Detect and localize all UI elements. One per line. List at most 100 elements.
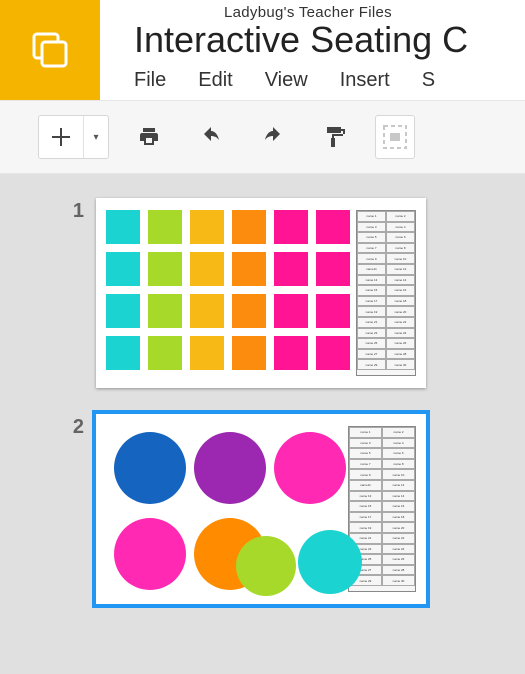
name-cell: name 10 (386, 253, 415, 264)
name-cell: name 16 (382, 501, 415, 512)
name-cell: name 20 (382, 522, 415, 533)
slide-row-1: 1 name 1name 2name 3name 4name 5name 6na… (0, 198, 525, 388)
name-cell: name 2 (386, 211, 415, 222)
name-cell: name 25 (357, 338, 386, 349)
menu-insert[interactable]: Insert (340, 69, 390, 92)
seat-square (316, 210, 350, 244)
name-cell: name 8 (386, 243, 415, 254)
menu-view[interactable]: View (265, 69, 308, 92)
name-cell: name 4 (386, 222, 415, 233)
name-cell: name 24 (382, 544, 415, 555)
seat-square (106, 210, 140, 244)
seat-square (274, 210, 308, 244)
name-cell: name 27 (357, 349, 386, 360)
name-cell: name 24 (386, 328, 415, 339)
name-cell: name 12 (382, 480, 415, 491)
name-cell: name 1 (349, 427, 382, 438)
app-logo[interactable] (0, 0, 100, 100)
new-slide-button[interactable] (39, 115, 83, 159)
name-cell: name11 (357, 264, 386, 275)
zoom-fit-button[interactable] (375, 115, 415, 159)
name-cell: name 17 (357, 296, 386, 307)
seating-circles (106, 426, 342, 592)
new-slide-dropdown[interactable]: ▾ (84, 132, 108, 143)
name-cell: name 10 (382, 469, 415, 480)
seat-square (232, 294, 266, 328)
name-cell: name 30 (382, 575, 415, 586)
name-cell: name 18 (386, 296, 415, 307)
seat-square (232, 210, 266, 244)
name-cell: name 22 (382, 533, 415, 544)
seat-circle (298, 530, 362, 594)
name-cell: name 22 (386, 317, 415, 328)
redo-icon (261, 126, 285, 148)
seat-square (316, 294, 350, 328)
name-cell: name 9 (349, 469, 382, 480)
slide-thumbnail-1[interactable]: name 1name 2name 3name 4name 5name 6name… (96, 198, 426, 388)
seat-circle (114, 518, 186, 590)
seat-square (274, 252, 308, 286)
name-cell: name 30 (386, 359, 415, 370)
seat-square (274, 336, 308, 370)
name-cell: name 13 (357, 275, 386, 286)
seat-square (316, 252, 350, 286)
print-icon (137, 125, 161, 149)
name-cell: name 8 (382, 459, 415, 470)
name-cell: name 14 (382, 491, 415, 502)
slide-panel: 1 name 1name 2name 3name 4name 5name 6na… (0, 174, 525, 674)
seating-grid-squares (106, 210, 350, 376)
name-cell: name 23 (357, 328, 386, 339)
name-cell: name 15 (357, 285, 386, 296)
menubar: File Edit View Insert S (134, 69, 525, 92)
name-cell: name11 (349, 480, 382, 491)
print-button[interactable] (127, 115, 171, 159)
paint-roller-icon (323, 125, 347, 149)
seat-square (232, 252, 266, 286)
name-cell: name 9 (357, 253, 386, 264)
undo-button[interactable] (189, 115, 233, 159)
name-cell: name 19 (357, 306, 386, 317)
name-cell: name 3 (357, 222, 386, 233)
slides-icon (30, 30, 70, 70)
header: Ladybug's Teacher Files Interactive Seat… (0, 0, 525, 100)
slide-thumbnail-2[interactable]: name 1name 2name 3name 4name 5name 6name… (96, 414, 426, 604)
name-cell: name 16 (386, 285, 415, 296)
name-cell: name 19 (349, 522, 382, 533)
redo-button[interactable] (251, 115, 295, 159)
seat-square (190, 252, 224, 286)
zoom-fit-icon (382, 124, 408, 150)
seat-square (190, 294, 224, 328)
seat-circle (194, 432, 266, 504)
slide-row-2: 2 name 1name 2name 3name 4name 5name 6na… (0, 414, 525, 604)
menu-extra[interactable]: S (422, 69, 435, 92)
name-cell: name 15 (349, 501, 382, 512)
title-area: Ladybug's Teacher Files Interactive Seat… (100, 0, 525, 92)
name-cell: name 26 (386, 338, 415, 349)
menu-file[interactable]: File (134, 69, 166, 92)
name-cell: name 13 (349, 491, 382, 502)
toolbar: ▾ (0, 100, 525, 174)
name-cell: name 17 (349, 512, 382, 523)
name-cell: name 7 (349, 459, 382, 470)
seat-square (190, 336, 224, 370)
seat-square (148, 210, 182, 244)
name-cell: name 3 (349, 438, 382, 449)
document-title[interactable]: Interactive Seating C (134, 21, 525, 59)
seat-circle (274, 432, 346, 504)
seat-circle (114, 432, 186, 504)
name-cell: name 4 (382, 438, 415, 449)
menu-edit[interactable]: Edit (198, 69, 232, 92)
undo-icon (199, 126, 223, 148)
seat-square (106, 336, 140, 370)
paint-format-button[interactable] (313, 115, 357, 159)
name-cell: name 2 (382, 427, 415, 438)
seat-square (148, 336, 182, 370)
name-cell: name 7 (357, 243, 386, 254)
name-cell: name 5 (349, 448, 382, 459)
name-cell: name 12 (386, 264, 415, 275)
seat-square (106, 252, 140, 286)
name-cell: name 29 (357, 359, 386, 370)
seat-square (148, 252, 182, 286)
seat-square (148, 294, 182, 328)
name-cell: name 6 (386, 232, 415, 243)
